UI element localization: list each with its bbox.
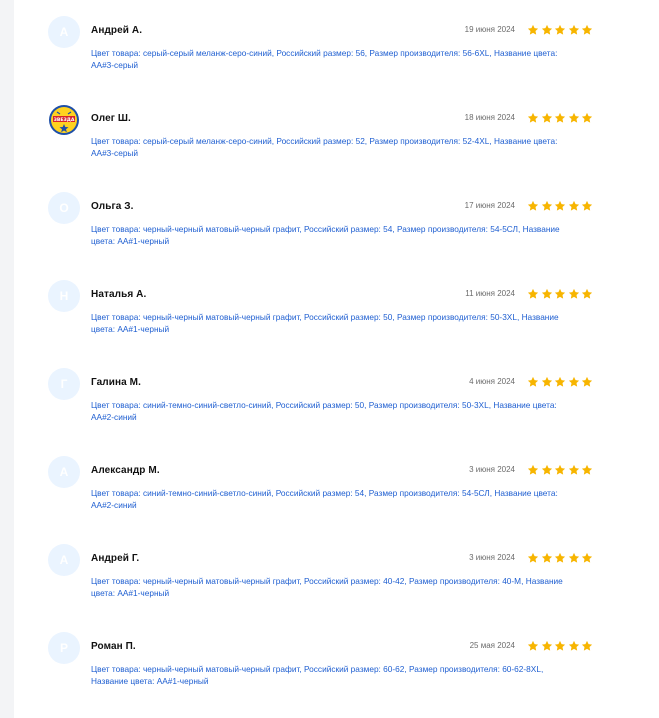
review-date: 17 июня 2024 — [464, 201, 515, 210]
avatar: А — [48, 16, 80, 48]
review-card: А Андрей А. 19 июня 2024 Цвет товара: се… — [48, 14, 593, 102]
star-icon — [527, 24, 539, 35]
review-product-details: Цвет товара: черный-черный матовый-черны… — [91, 224, 560, 246]
reviewer-name: Ольга З. — [91, 201, 134, 212]
review-product-details: Цвет товара: серый-серый меланж-серо-син… — [91, 48, 558, 70]
avatar: А — [48, 456, 80, 488]
star-icon — [527, 640, 539, 651]
star-icon — [568, 112, 579, 123]
avatar: А — [48, 544, 80, 576]
rating-stars — [527, 24, 593, 36]
star-icon — [527, 464, 539, 475]
star-icon — [527, 112, 539, 123]
star-icon — [581, 464, 593, 475]
rating-stars — [527, 200, 593, 212]
rating-stars — [527, 464, 593, 476]
reviewer-name: Олег Ш. — [91, 113, 131, 124]
reviewer-name: Роман П. — [91, 641, 136, 652]
star-icon — [541, 112, 552, 123]
rating-stars — [527, 640, 593, 652]
star-icon — [554, 112, 566, 123]
reviewer-name: Галина М. — [91, 377, 141, 388]
star-icon — [568, 200, 579, 211]
star-icon — [568, 464, 579, 475]
team-logo-icon: ЗВЕЗДА — [48, 104, 80, 136]
star-icon — [527, 376, 539, 387]
star-icon — [527, 200, 539, 211]
avatar: Р — [48, 632, 80, 664]
star-icon — [568, 376, 579, 387]
star-icon — [568, 552, 579, 563]
star-icon — [581, 376, 593, 387]
review-product-details: Цвет товара: синий-темно-синий-светло-си… — [91, 488, 558, 510]
star-icon — [581, 112, 593, 123]
star-icon — [554, 552, 566, 563]
star-icon — [541, 376, 552, 387]
left-gutter — [0, 0, 14, 718]
review-date: 25 мая 2024 — [469, 641, 515, 650]
review-card: Г Галина М. 4 июня 2024 Цвет товара: син… — [48, 366, 593, 454]
star-icon — [554, 464, 566, 475]
reviewer-name: Наталья А. — [91, 289, 147, 300]
star-icon — [554, 640, 566, 651]
review-date: 3 июня 2024 — [469, 553, 515, 562]
review-card: А Андрей Г. 3 июня 2024 Цвет товара: чер… — [48, 542, 593, 630]
star-icon — [581, 288, 593, 299]
avatar: О — [48, 192, 80, 224]
review-date: 3 июня 2024 — [469, 465, 515, 474]
star-icon — [541, 200, 552, 211]
star-icon — [554, 288, 566, 299]
star-icon — [581, 24, 593, 35]
star-icon — [581, 552, 593, 563]
review-date: 4 июня 2024 — [469, 377, 515, 386]
star-icon — [568, 288, 579, 299]
star-icon — [527, 552, 539, 563]
review-date: 19 июня 2024 — [464, 25, 515, 34]
star-icon — [554, 24, 566, 35]
star-icon — [554, 200, 566, 211]
star-icon — [568, 640, 579, 651]
star-icon — [541, 24, 552, 35]
star-icon — [541, 640, 552, 651]
review-card: О Ольга З. 17 июня 2024 Цвет товара: чер… — [48, 190, 593, 278]
review-card: Р Роман П. 25 мая 2024 Цвет товара: черн… — [48, 630, 593, 718]
star-icon — [568, 24, 579, 35]
svg-text:ЗВЕЗДА: ЗВЕЗДА — [54, 117, 75, 123]
rating-stars — [527, 376, 593, 388]
star-icon — [527, 288, 539, 299]
review-card: Н Наталья А. 11 июня 2024 Цвет товара: ч… — [48, 278, 593, 366]
review-product-details: Цвет товара: серый-серый меланж-серо-син… — [91, 136, 558, 158]
reviewer-name: Александр М. — [91, 465, 160, 476]
review-product-details: Цвет товара: черный-черный матовый-черны… — [91, 576, 563, 598]
star-icon — [581, 640, 593, 651]
avatar: Н — [48, 280, 80, 312]
star-icon — [554, 376, 566, 387]
reviews-list: А Андрей А. 19 июня 2024 Цвет товара: се… — [48, 14, 593, 718]
rating-stars — [527, 552, 593, 564]
star-icon — [541, 464, 552, 475]
review-date: 11 июня 2024 — [465, 289, 515, 298]
reviewer-name: Андрей А. — [91, 25, 143, 36]
review-card: А Александр М. 3 июня 2024 Цвет товара: … — [48, 454, 593, 542]
reviewer-name: Андрей Г. — [91, 553, 140, 564]
review-card: ЗВЕЗДА Олег Ш. 18 июня 2024 Цвет товара:… — [48, 102, 593, 190]
review-product-details: Цвет товара: синий-темно-синий-светло-си… — [91, 400, 557, 422]
rating-stars — [527, 288, 593, 300]
rating-stars — [527, 112, 593, 124]
star-icon — [541, 552, 552, 563]
review-date: 18 июня 2024 — [464, 113, 515, 122]
review-product-details: Цвет товара: черный-черный матовый-черны… — [91, 312, 559, 334]
star-icon — [581, 200, 593, 211]
star-icon — [541, 288, 552, 299]
review-product-details: Цвет товара: черный-черный матовый-черны… — [91, 664, 544, 686]
avatar: Г — [48, 368, 80, 400]
